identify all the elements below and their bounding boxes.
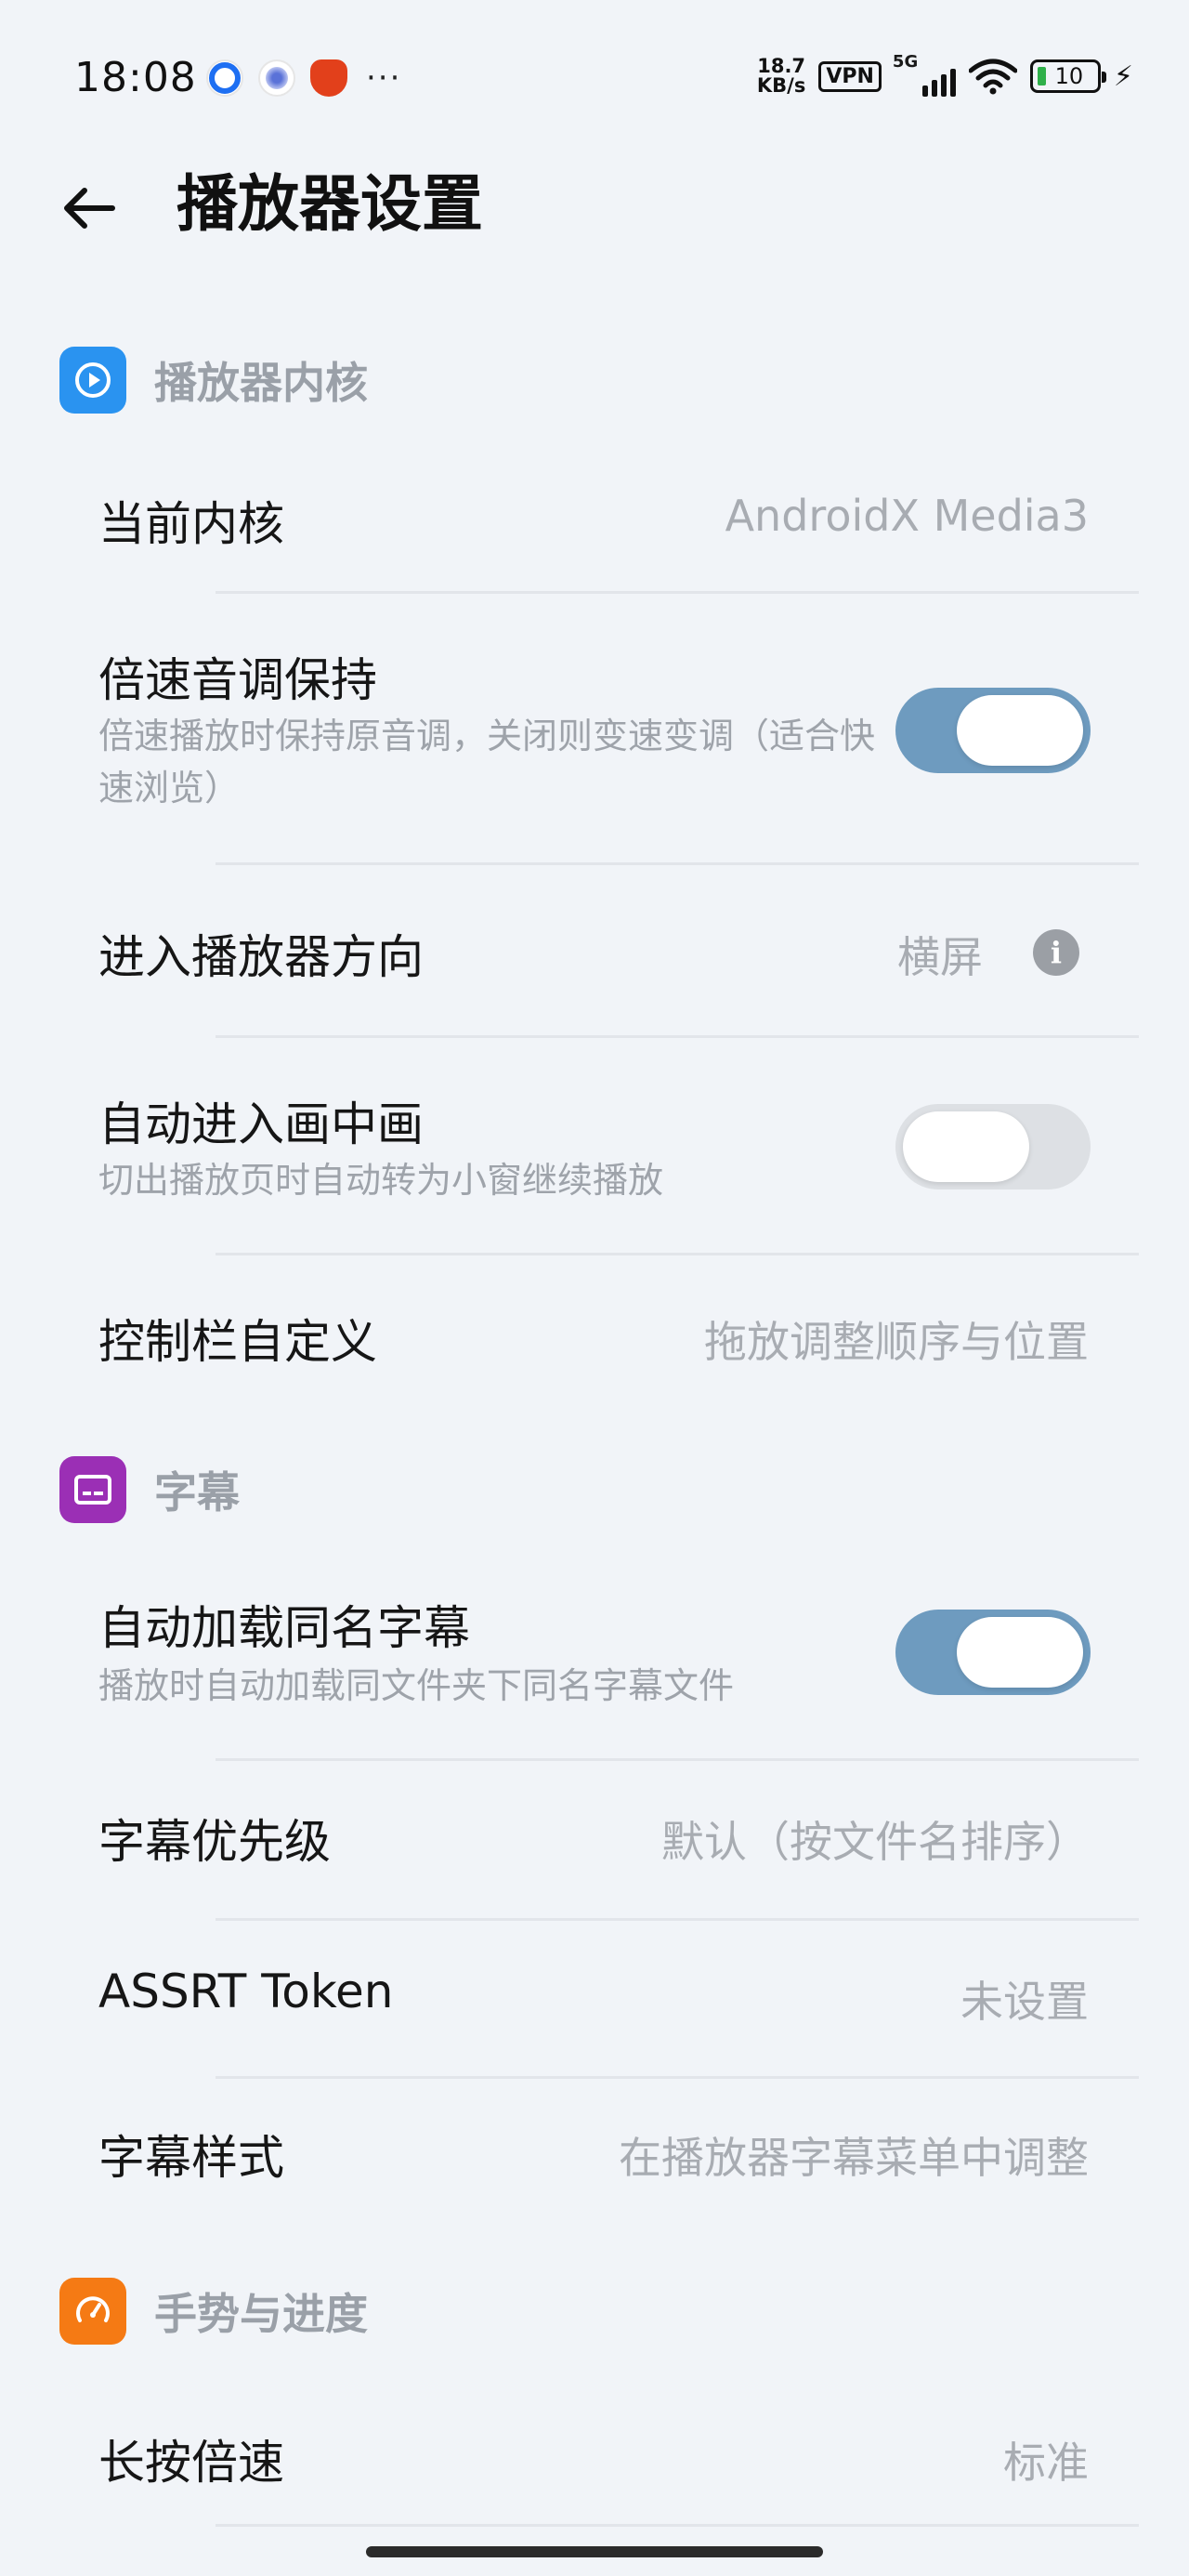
section-title: 手势与进度	[154, 2289, 368, 2339]
app-header: 播放器设置	[0, 158, 1189, 269]
setting-pip[interactable]: 自动进入画中画 切出播放页时自动转为小窗继续播放	[0, 1039, 1189, 1255]
app-notification-icon	[258, 59, 295, 97]
setting-subtitle-style[interactable]: 字幕样式 在播放器字幕菜单中调整	[0, 2080, 1189, 2232]
speedometer-icon	[59, 2278, 126, 2345]
section-title: 字幕	[154, 1467, 240, 1518]
setting-pitch-keep[interactable]: 倍速音调保持 倍速播放时保持原音调，关闭则变速变调（适合快速浏览）	[0, 595, 1189, 864]
divider	[216, 1758, 1139, 1761]
setting-value: 在播放器字幕菜单中调整	[619, 2133, 1089, 2183]
setting-control-bar[interactable]: 控制栏自定义 拖放调整顺序与位置	[0, 1256, 1189, 1411]
back-button[interactable]	[52, 171, 126, 245]
notification-icons: ···	[206, 59, 401, 97]
status-bar: 18:08 ··· 18.7 KB/s VPN 5G 10 ⚡	[0, 0, 1189, 158]
setting-current-core[interactable]: 当前内核 AndroidX Media3	[0, 446, 1189, 595]
pip-toggle[interactable]	[895, 1104, 1091, 1189]
setting-subtitle: 播放时自动加载同文件夹下同名字幕文件	[98, 1665, 735, 1706]
wifi-icon	[968, 59, 1017, 95]
divider	[216, 2524, 1139, 2527]
setting-title: 字幕样式	[98, 2131, 284, 2185]
vpn-badge: VPN	[818, 60, 882, 92]
setting-value: 默认（按文件名排序）	[661, 1817, 1089, 1867]
divider	[216, 1253, 1139, 1255]
setting-title: 控制栏自定义	[98, 1315, 377, 1369]
setting-value: AndroidX Media3	[725, 491, 1089, 541]
setting-orientation[interactable]: 进入播放器方向 横屏 i	[0, 866, 1189, 1037]
setting-value: 未设置	[960, 1977, 1089, 2027]
setting-value: 横屏	[897, 932, 983, 982]
setting-title: 倍速音调保持	[98, 653, 377, 707]
setting-title: 自动进入画中画	[98, 1097, 424, 1151]
network-speed: 18.7 KB/s	[756, 55, 806, 97]
status-time: 18:08	[74, 54, 197, 101]
play-circle-icon	[59, 347, 126, 414]
app-notification-icon	[310, 59, 347, 97]
setting-title: 长按倍速	[98, 2436, 284, 2490]
divider	[216, 1918, 1139, 1921]
arrow-left-icon	[64, 188, 115, 229]
setting-title: 当前内核	[98, 497, 284, 551]
section-header-subtitle: 字幕	[59, 1455, 240, 1524]
setting-assrt-token[interactable]: ASSRT Token 未设置	[0, 1922, 1189, 2078]
divider	[216, 862, 1139, 865]
more-notifications-icon: ···	[366, 59, 402, 97]
divider	[216, 2076, 1139, 2079]
setting-value: 标准	[1003, 2438, 1089, 2488]
setting-subtitle-priority[interactable]: 字幕优先级 默认（按文件名排序）	[0, 1762, 1189, 1920]
app-notification-icon	[206, 59, 243, 97]
home-indicator[interactable]	[366, 2546, 823, 2557]
cellular-signal-icon: 5G	[893, 52, 956, 97]
battery-icon: 10	[1029, 59, 1106, 93]
setting-title: 自动加载同名字幕	[98, 1601, 470, 1655]
setting-auto-load-subtitle[interactable]: 自动加载同名字幕 播放时自动加载同文件夹下同名字幕文件	[0, 1556, 1189, 1760]
divider	[216, 591, 1139, 594]
setting-value: 拖放调整顺序与位置	[704, 1317, 1089, 1367]
subtitles-icon	[59, 1456, 126, 1523]
setting-subtitle: 切出播放页时自动转为小窗继续播放	[98, 1160, 664, 1201]
auto-load-subtitle-toggle[interactable]	[895, 1610, 1091, 1695]
section-header-gesture: 手势与进度	[59, 2277, 368, 2346]
setting-subtitle: 倍速播放时保持原音调，关闭则变速变调（适合快速浏览）	[98, 716, 876, 808]
divider	[216, 1035, 1139, 1038]
section-title: 播放器内核	[154, 358, 368, 408]
pitch-keep-toggle[interactable]	[895, 688, 1091, 773]
setting-title: 字幕优先级	[98, 1815, 331, 1869]
setting-long-press-speed[interactable]: 长按倍速 标准	[0, 2379, 1189, 2528]
setting-title: ASSRT Token	[98, 1965, 394, 2018]
info-icon[interactable]: i	[1033, 929, 1079, 976]
setting-title: 进入播放器方向	[98, 930, 424, 984]
status-indicators: 18.7 KB/s VPN 5G 10 ⚡	[756, 52, 1133, 97]
charging-icon: ⚡	[1113, 59, 1133, 93]
section-header-core: 播放器内核	[59, 346, 368, 414]
page-title: 播放器设置	[176, 168, 483, 240]
